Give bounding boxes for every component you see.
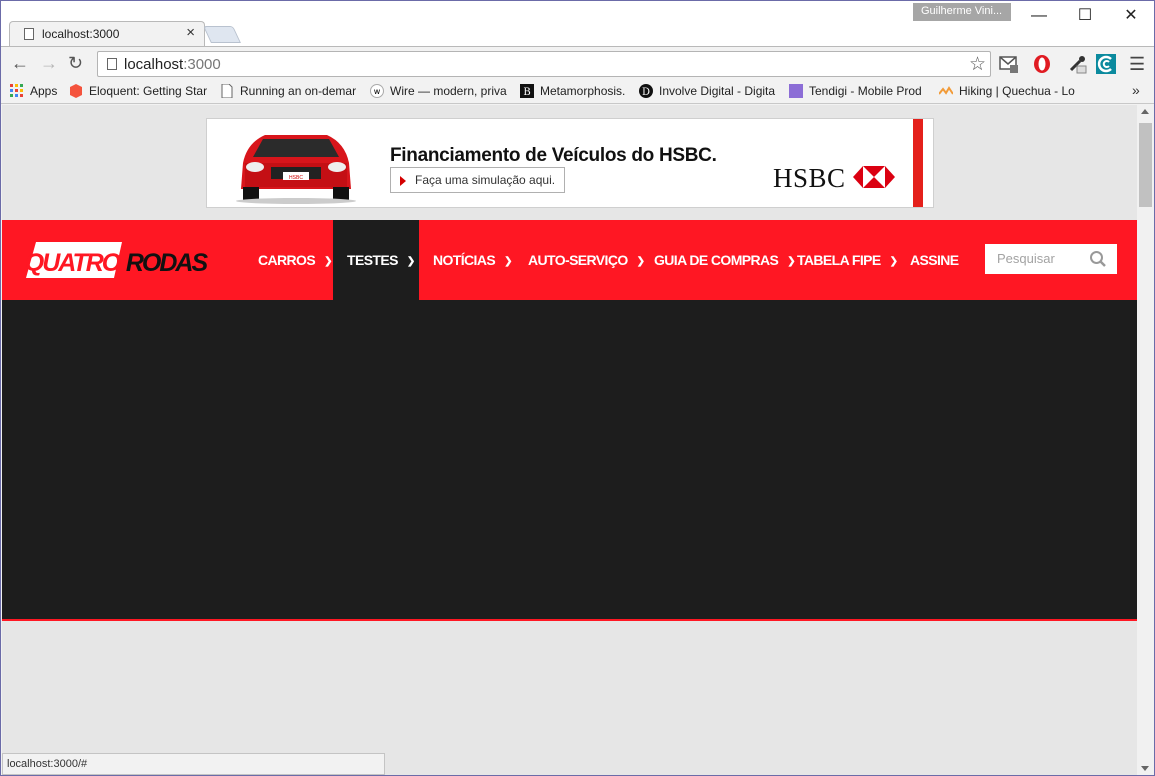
bookmark-involve[interactable]: D Involve Digital - Digita <box>639 84 777 100</box>
page-scrollbar[interactable] <box>1137 105 1154 775</box>
apps-grid-icon <box>10 84 23 97</box>
gmail-checker-icon[interactable] <box>999 54 1019 74</box>
nav-label: AUTO-SERVIÇO <box>528 252 628 268</box>
eyedropper-icon[interactable] <box>1067 54 1087 74</box>
browser-window: localhost:3000 × Guilherme Vini... — ☐ ✕… <box>0 0 1155 776</box>
bookmark-wire[interactable]: w Wire — modern, priva <box>370 84 508 100</box>
scrollbar-thumb[interactable] <box>1139 123 1152 207</box>
chevron-down-icon: ❯ <box>406 256 415 267</box>
address-text: localhost:3000 <box>124 56 221 73</box>
tendigi-icon <box>789 84 803 98</box>
nav-auto-servico[interactable]: AUTO-SERVIÇO ❯ <box>514 220 658 300</box>
page-icon <box>221 84 233 98</box>
laravel-icon <box>70 84 82 98</box>
bookmark-label: Running an on-demar <box>240 84 356 98</box>
nav-assine[interactable]: ASSINE <box>896 220 973 300</box>
nav-label: TESTES <box>347 252 398 268</box>
bookmark-star-icon[interactable]: ☆ <box>969 53 986 76</box>
bookmark-label: Metamorphosis. <box>540 84 626 98</box>
red-car-image: HSBC <box>236 135 356 204</box>
bookmark-label: Wire — modern, priva <box>390 84 507 98</box>
browser-tab[interactable]: localhost:3000 × <box>9 21 205 46</box>
minimize-button[interactable]: — <box>1016 3 1062 29</box>
svg-text:B: B <box>523 87 530 98</box>
nav-label: NOTÍCIAS <box>433 252 496 268</box>
new-tab-button[interactable] <box>203 26 241 43</box>
chevron-down-icon: ❯ <box>324 256 332 267</box>
bookmark-apps[interactable]: Apps <box>10 84 65 100</box>
quatro-rodas-logo[interactable]: QUATRO RODAS <box>22 238 212 284</box>
wire-icon: w <box>370 84 384 98</box>
page-icon <box>24 28 34 40</box>
bookmark-hiking[interactable]: Hiking | Quechua - Lo <box>939 84 1077 100</box>
chevron-down-icon: ❯ <box>504 256 512 267</box>
reload-icon[interactable]: ↻ <box>68 53 83 73</box>
b-icon: B <box>520 84 534 98</box>
svg-text:D: D <box>642 87 650 98</box>
svg-text:w: w <box>374 87 381 96</box>
browser-toolbar: ← → ↻ localhost:3000 ☆ ☰ <box>1 46 1154 80</box>
hsbc-hexagon-logo-icon <box>853 166 895 188</box>
page-viewport: HSBC Financiamento de Veículos do HSBC. … <box>2 105 1137 775</box>
nav-label: CARROS <box>258 252 316 268</box>
maximize-button[interactable]: ☐ <box>1062 3 1108 29</box>
logo-rodas-text: RODAS <box>126 249 209 277</box>
logo-quatro-text: QUATRO <box>25 249 122 277</box>
tab-title: localhost:3000 <box>42 27 120 41</box>
hsbc-ad-banner[interactable]: HSBC Financiamento de Veículos do HSBC. … <box>206 118 934 208</box>
scroll-up-arrow-icon[interactable] <box>1141 109 1149 114</box>
bookmark-tendigi[interactable]: Tendigi - Mobile Prod <box>789 84 926 100</box>
search-box <box>985 244 1117 274</box>
site-navigation: QUATRO RODAS CARROS ❯ TESTES ❯ NOTÍCIAS ❯ A… <box>2 220 1137 300</box>
tab-strip: localhost:3000 × Guilherme Vini... — ☐ ✕ <box>1 1 1154 46</box>
nav-carros[interactable]: CARROS ❯ <box>244 220 346 300</box>
d-icon: D <box>639 84 653 98</box>
hero-section <box>2 300 1137 621</box>
page-icon <box>107 58 117 70</box>
ad-cta-button[interactable]: Faça uma simulação aqui. <box>390 167 565 193</box>
back-arrow-icon[interactable]: ← <box>11 53 29 73</box>
status-bar-url: localhost:3000/# <box>2 753 385 775</box>
search-input[interactable] <box>997 251 1082 266</box>
tab-close-icon[interactable]: × <box>186 24 195 41</box>
nav-tabela-fipe[interactable]: TABELA FIPE ❯ <box>783 220 911 300</box>
bookmark-label: Tendigi - Mobile Prod <box>809 84 922 98</box>
bookmark-label: Apps <box>30 84 58 98</box>
nav-label: TABELA FIPE <box>797 252 881 268</box>
nav-noticias[interactable]: NOTÍCIAS ❯ <box>419 220 526 300</box>
search-icon[interactable] <box>1089 250 1107 268</box>
bookmark-eloquent[interactable]: Eloquent: Getting Star <box>69 84 209 100</box>
quechua-icon <box>939 86 953 95</box>
opera-icon[interactable] <box>1032 54 1052 74</box>
bookmarks-bar: Apps Eloquent: Getting Star Running an o… <box>1 80 1154 104</box>
license-plate-text: HSBC <box>289 175 303 181</box>
profile-button[interactable]: Guilherme Vini... <box>913 3 1011 21</box>
address-bar[interactable]: localhost:3000 ☆ <box>97 51 991 77</box>
hsbc-wordmark: HSBC <box>773 163 846 193</box>
chrome-menu-icon[interactable]: ☰ <box>1129 54 1145 75</box>
bookmark-label: Hiking | Quechua - Lo <box>959 84 1075 98</box>
ad-headline: Financiamento de Veículos do HSBC. <box>390 145 717 166</box>
extension-icon[interactable] <box>1096 54 1116 74</box>
close-window-button[interactable]: ✕ <box>1108 3 1154 29</box>
ad-red-strip <box>913 119 923 207</box>
bookmarks-overflow-icon[interactable]: » <box>1132 82 1140 98</box>
bookmark-label: Eloquent: Getting Star <box>89 84 208 98</box>
bookmark-label: Involve Digital - Digita <box>659 84 776 98</box>
nav-label: ASSINE <box>910 252 959 268</box>
bookmark-metamorphosis[interactable]: B Metamorphosis. <box>520 84 630 100</box>
nav-testes[interactable]: TESTES ❯ <box>333 220 419 300</box>
scroll-down-arrow-icon[interactable] <box>1141 766 1149 771</box>
nav-label: GUIA DE COMPRAS <box>654 252 779 268</box>
bookmark-running[interactable]: Running an on-demar <box>220 84 356 100</box>
forward-arrow-icon[interactable]: → <box>40 53 58 73</box>
